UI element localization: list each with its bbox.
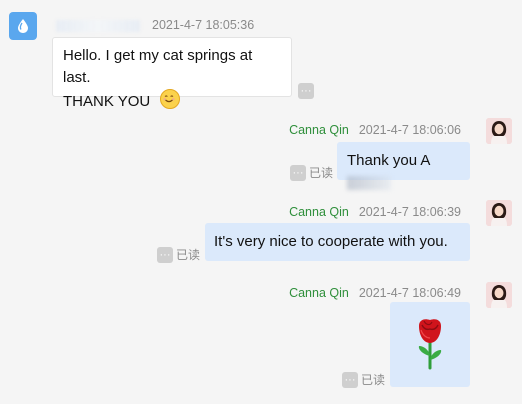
user-avatar-icon [486,200,512,226]
more-options-icon[interactable]: ··· [157,246,173,263]
message-timestamp: 2021-4-7 18:05:36 [152,18,255,32]
message-timestamp: 2021-4-7 18:06:06 [358,123,461,137]
sender-name: Canna Qin [289,123,349,137]
more-options-icon[interactable]: ··· [342,371,358,388]
message-bubble[interactable]: Thank you A [337,142,470,191]
redacted-text [347,176,391,191]
message-meta: Canna Qin 2021-4-7 18:06:49 [289,286,461,300]
user-avatar[interactable] [486,200,512,226]
more-options-icon[interactable]: ··· [290,164,306,181]
message-bubble[interactable]: Hello. I get my cat springs at last. THA… [52,37,292,110]
message-bubble[interactable] [390,302,470,387]
user-avatar[interactable] [486,118,512,144]
user-avatar-icon [486,282,512,308]
message-text: Thank you A [347,152,431,169]
sender-name-redacted [56,19,140,32]
more-options-icon[interactable]: ··· [298,83,314,99]
message-bubble[interactable]: It's very nice to cooperate with you. [205,223,470,261]
read-receipt: ··· 已读 [342,371,385,388]
contact-avatar[interactable] [9,12,37,40]
message-timestamp: 2021-4-7 18:06:49 [358,286,461,300]
read-status-label: 已读 [176,248,201,262]
water-drop-icon [18,19,28,33]
message-text: It's very nice to cooperate with you. [214,233,448,250]
message-meta: Canna Qin 2021-4-7 18:06:06 [289,123,461,137]
message-meta: Canna Qin 2021-4-7 18:06:39 [289,205,461,219]
sender-name: Canna Qin [289,205,349,219]
read-receipt: ··· 已读 [157,246,200,263]
rose-emoji-icon [418,319,442,370]
message-meta: 2021-4-7 18:05:36 [56,18,254,32]
sender-name: Canna Qin [289,286,349,300]
message-text-line: THANK YOU [63,93,151,110]
user-avatar[interactable] [486,282,512,308]
smiling-face-emoji-icon [160,89,181,109]
message-text-line: Hello. I get my cat springs at last. [63,47,253,86]
user-avatar-icon [486,118,512,144]
message-timestamp: 2021-4-7 18:06:39 [358,205,461,219]
read-status-label: 已读 [361,373,386,387]
read-status-label: 已读 [309,166,334,180]
read-receipt: ··· 已读 [290,164,333,181]
